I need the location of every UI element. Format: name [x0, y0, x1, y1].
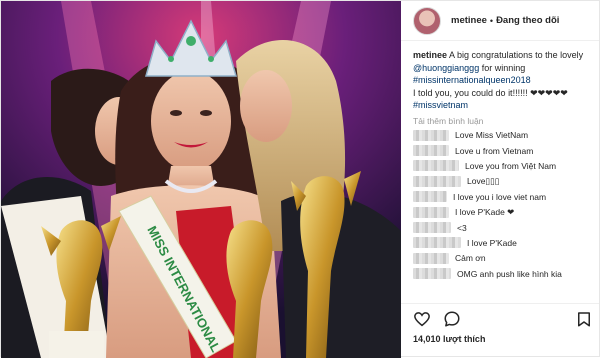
caption-line2: for winning [481, 62, 526, 73]
blurred-username [413, 129, 449, 141]
comment-text: I love you i love viet nam [453, 191, 547, 202]
post-header: metinee • Đang theo dõi [401, 1, 599, 41]
action-bar [413, 310, 461, 328]
like-count[interactable]: 14,010 lượt thích [413, 334, 485, 344]
comment-item: Love▯▯▯ [413, 174, 587, 189]
crowning-photo: MISS INTERNATIONAL [1, 1, 401, 358]
blurred-username [413, 268, 451, 280]
comment-item: <3 [413, 220, 587, 235]
caption-mention[interactable]: @huonggianggg [413, 63, 479, 73]
blurred-username [413, 145, 449, 157]
comment-text: Love▯▯▯ [467, 175, 500, 186]
avatar[interactable] [413, 6, 441, 35]
comment-item: Cảm ơn [413, 251, 587, 266]
comment-item: OMG anh push like hình kia [413, 266, 587, 281]
heart-icon[interactable] [413, 310, 431, 328]
comment-text: Love you from Việt Nam [465, 160, 557, 171]
comment-icon[interactable] [443, 310, 461, 328]
comment-text: <3 [457, 222, 467, 233]
comment-text: Love Miss VietNam [455, 130, 529, 141]
post-photo[interactable]: MISS INTERNATIONAL [1, 1, 401, 358]
instagram-post: MISS INTERNATIONAL metinee • Đang theo d… [0, 0, 600, 358]
comment-text: OMG anh push like hình kia [457, 268, 562, 279]
comment-item: Love u from Vietnam [413, 143, 587, 158]
blurred-username [413, 222, 451, 234]
blurred-username [413, 237, 461, 249]
comment-item: Love you from Việt Nam [413, 158, 587, 173]
header-username[interactable]: metinee [451, 15, 487, 26]
caption-line1: A big congratulations to the lovely [449, 50, 584, 60]
comment-text: Love u from Vietnam [455, 145, 534, 156]
caption-line3: I told you, you could do it!!!!!! ❤❤❤❤❤ [413, 87, 568, 98]
comment-text: I love P'Kade ❤ [455, 206, 515, 217]
follow-status[interactable]: Đang theo dõi [496, 15, 559, 26]
comment-item: I love P'Kade ❤ [413, 204, 587, 219]
comment-item: I love P'Kade [413, 235, 587, 250]
header-separator: • [489, 15, 494, 26]
comment-text: I love P'Kade [467, 237, 517, 248]
caption-hashtag[interactable]: #missvietnam [413, 100, 468, 110]
load-more-comments[interactable]: Tải thêm bình luận [413, 116, 599, 126]
blurred-username [413, 160, 459, 172]
post-sidebar: metinee • Đang theo dõi metinee A big co… [401, 1, 599, 356]
share-icon[interactable] [575, 310, 593, 328]
blurred-username [413, 206, 449, 218]
comment-item: Love Miss VietNam [413, 128, 587, 143]
blurred-username [413, 252, 449, 264]
actions-divider [401, 303, 599, 304]
comment-text: Cảm ơn [455, 253, 486, 264]
comment-item: I love you i love viet nam [413, 189, 587, 204]
comment-list: Love Miss VietNam Love u from Vietnam Lo… [401, 128, 599, 282]
blurred-username [413, 191, 447, 203]
blurred-username [413, 175, 461, 187]
caption-hashtag[interactable]: #missinternationalqueen2018 [413, 75, 531, 85]
caption-username[interactable]: metinee [413, 50, 447, 60]
post-caption: metinee A big congratulations to the lov… [401, 41, 599, 112]
